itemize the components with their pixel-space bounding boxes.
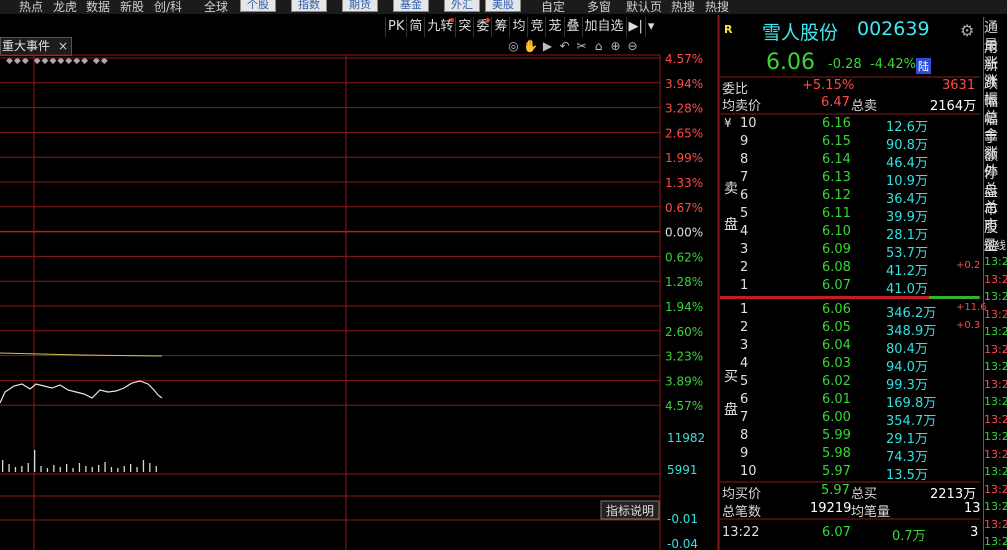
axis-tick-down: 4.57% [665, 399, 703, 413]
price-line [0, 380, 163, 404]
volume-bar [2, 460, 4, 472]
volume-bar [53, 465, 55, 472]
tick-time-item: 13:2 [984, 412, 1007, 426]
volume-bar [8, 464, 10, 472]
tick-time-item: 13:2 [984, 325, 1007, 338]
tick-time-item: 13:2 [984, 377, 1007, 391]
tick-time-item: 13:2 [984, 290, 1007, 303]
intraday-chart: 4.57% 3.94% 3.28% 2.65% 1.99% 1.33% 0.67% 0.00%… [0, 15, 719, 550]
macd-axis-tick: -0.01 [667, 512, 698, 526]
volume-bar [34, 450, 36, 472]
volume-bar [91, 467, 93, 472]
volume-bar [78, 463, 81, 472]
axis-tick-down: 3.23% [665, 350, 703, 364]
far-right-column: 通用 最新 涨跌 涨幅 振幅 总手 金额 涨停 外盘 总市 总股 市盈 短线 13:2 13:2 13:2 13… [983, 17, 1007, 550]
axis-tick-down: 1.28% [665, 275, 703, 289]
tick-time-item: 13:2 [984, 447, 1007, 461]
volume-bar [117, 468, 119, 472]
volume-bar [72, 468, 74, 472]
tick-time-item: 13:2 [984, 482, 1007, 496]
tick-time-item: 13:2 [984, 395, 1007, 408]
volume-bar [123, 466, 125, 472]
tick-time-item: 13:2 [984, 255, 1007, 268]
tick-time-item: 13:2 [984, 307, 1007, 321]
tick-time-item: 13:2 [984, 342, 1007, 356]
quote-panel-frame [718, 15, 980, 550]
volume-bar [27, 463, 29, 472]
volume-bar [142, 460, 145, 472]
axis-tick-down: 3.89% [665, 374, 703, 388]
tick-time-item: 13:2 [984, 465, 1007, 478]
volume-bar [85, 466, 87, 472]
tick-time-item: 13:2 [984, 430, 1007, 443]
volume-bar [130, 464, 132, 472]
volume-bar [14, 467, 17, 472]
volume-bar [66, 464, 68, 472]
volume-bar [136, 467, 138, 472]
volume-axis-tick: 5991 [667, 463, 698, 477]
axis-tick-down: 2.60% [665, 325, 703, 339]
axis-tick-up: 1.99% [665, 151, 703, 165]
volume-bars [2, 450, 157, 472]
tick-time-item: 13:2 [984, 272, 1007, 286]
volume-bar [110, 467, 113, 472]
volume-bar [155, 466, 157, 472]
tick-time-item: 13:2 [984, 500, 1007, 513]
tick-time-item: 13:2 [984, 535, 1007, 548]
volume-bar [98, 465, 100, 472]
side-metric-label: 短线 [984, 239, 1006, 252]
volume-bar [21, 466, 23, 472]
volume-bar [46, 468, 49, 472]
axis-tick-up: 0.67% [665, 201, 703, 215]
tick-time-item: 13:2 [984, 517, 1007, 531]
axis-tick-up: 4.57% [665, 52, 703, 66]
axis-tick-up: 1.33% [665, 176, 703, 190]
axis-tick-zero: 0.00% [665, 226, 703, 240]
axis-tick-up: 2.65% [665, 126, 703, 140]
axis-tick-up: 3.94% [665, 77, 703, 91]
volume-bar [104, 462, 106, 472]
volume-axis-tick: 11982 [667, 431, 705, 445]
volume-bar [149, 463, 151, 472]
axis-tick-down: 1.94% [665, 300, 703, 314]
axis-tick-up: 3.28% [665, 102, 703, 116]
volume-bar [59, 467, 61, 472]
axis-tick-down: 0.62% [665, 250, 703, 264]
indicator-help-label: 指标说明 [606, 503, 654, 518]
tick-time-item: 13:2 [984, 360, 1007, 373]
volume-bar [40, 466, 42, 472]
macd-axis-tick: -0.04 [667, 537, 698, 550]
